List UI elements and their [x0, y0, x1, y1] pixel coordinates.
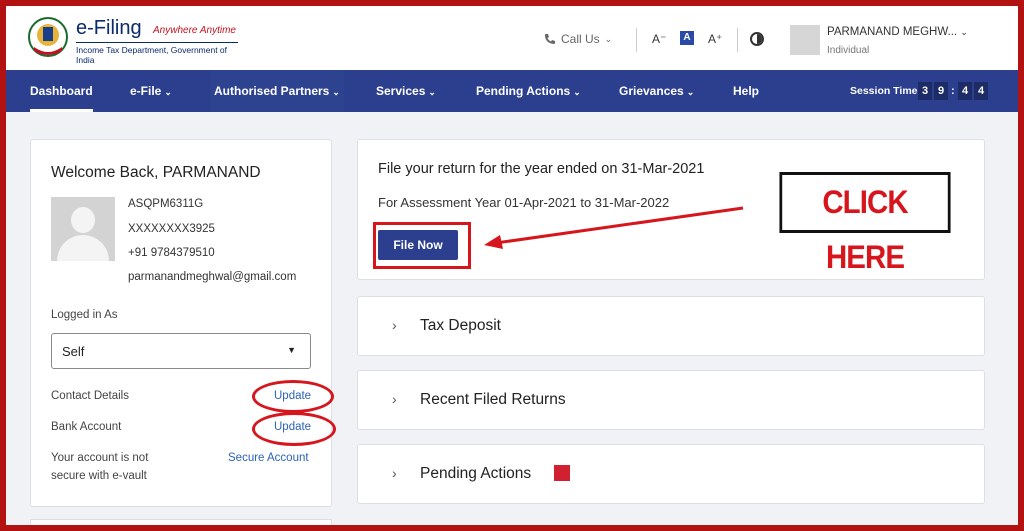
tax-deposit-section[interactable]: › Tax Deposit	[357, 296, 985, 356]
font-default-button[interactable]: A	[680, 31, 694, 45]
chevron-down-icon: ⌄	[428, 87, 436, 97]
chevron-down-icon: ⌄	[960, 27, 968, 37]
call-us-dropdown[interactable]: Call Us ⌄	[544, 32, 612, 46]
chevron-right-icon: ›	[392, 465, 397, 481]
secure-text: Your account is not	[51, 452, 149, 464]
alert-badge	[554, 465, 570, 481]
divider	[737, 28, 738, 52]
contact-details-label: Contact Details	[51, 390, 129, 402]
caret-down-icon: ▼	[287, 345, 296, 355]
phone-icon	[545, 34, 555, 44]
secure-account-link[interactable]: Secure Account	[228, 452, 309, 464]
chevron-down-icon: ⌄	[164, 87, 172, 97]
nav-efile[interactable]: e-File ⌄	[130, 70, 172, 112]
nav-authorised-partners[interactable]: Authorised Partners ⌄	[210, 70, 344, 112]
logo-subtitle: Income Tax Department, Government of Ind…	[76, 42, 238, 65]
divider	[636, 28, 637, 52]
session-digit: 4	[958, 82, 972, 100]
aadhaar-number: XXXXXXXX3925	[128, 223, 215, 235]
logged-in-label: Logged in As	[51, 309, 118, 321]
call-us-label: Call Us	[561, 32, 600, 46]
phone-number: +91 9784379510	[128, 247, 215, 259]
main-nav: Dashboard e-File ⌄ Authorised Partners ⌄ S…	[6, 70, 1018, 112]
section-label: Recent Filed Returns	[420, 391, 566, 408]
chevron-right-icon: ›	[392, 317, 397, 333]
user-role: Individual	[827, 45, 870, 56]
nav-services[interactable]: Services ⌄	[376, 70, 436, 112]
user-name[interactable]: PARMANAND MEGHW... ⌄	[827, 26, 968, 38]
efiling-logo[interactable]: e-Filing Anywhere Anytime Income Tax Dep…	[28, 15, 238, 65]
top-header: e-Filing Anywhere Anytime Income Tax Dep…	[6, 6, 1018, 70]
bank-account-label: Bank Account	[51, 421, 122, 433]
user-silhouette-icon	[71, 207, 95, 233]
nav-dashboard[interactable]: Dashboard	[30, 70, 93, 112]
session-colon: :	[951, 85, 955, 97]
logo-title: e-Filing	[76, 17, 142, 39]
logged-in-select[interactable]: Self ▼	[51, 333, 311, 369]
click-here-annotation: CLICK HERE	[779, 172, 951, 275]
return-title: File your return for the year ended on 3…	[378, 161, 705, 177]
logged-in-value: Self	[62, 344, 85, 359]
font-increase-button[interactable]: A⁺	[708, 32, 722, 46]
annotation-oval	[252, 380, 334, 413]
secure-text: secure with e-vault	[51, 470, 147, 482]
app-frame: e-Filing Anywhere Anytime Income Tax Dep…	[6, 6, 1018, 525]
recent-filed-returns-section[interactable]: › Recent Filed Returns	[357, 370, 985, 430]
pan-number: ASQPM6311G	[128, 198, 204, 210]
session-time-label: Session Time	[850, 85, 918, 97]
welcome-heading: Welcome Back, PARMANAND	[51, 164, 261, 181]
emblem-icon	[28, 17, 68, 57]
card-edge	[30, 519, 332, 525]
contrast-icon[interactable]	[750, 32, 764, 46]
logo-tagline: Anywhere Anytime	[153, 25, 236, 36]
session-digit: 9	[934, 82, 948, 100]
chevron-down-icon: ⌄	[332, 87, 340, 97]
chevron-down-icon: ⌄	[686, 87, 695, 97]
profile-card: Welcome Back, PARMANAND ASQPM6311G XXXXX…	[30, 139, 336, 507]
nav-help[interactable]: Help	[733, 70, 759, 112]
chevron-down-icon: ⌄	[573, 87, 581, 97]
file-return-card: File your return for the year ended on 3…	[357, 139, 985, 280]
email-address: parmanandmeghwal@gmail.com	[128, 271, 297, 283]
section-label: Pending Actions	[420, 465, 532, 482]
pending-actions-section[interactable]: › Pending Actions	[357, 444, 985, 504]
profile-photo	[51, 197, 115, 261]
session-digit: 4	[974, 82, 988, 100]
session-digit: 3	[918, 82, 932, 100]
font-decrease-button[interactable]: A⁻	[652, 32, 666, 46]
annotation-oval	[252, 412, 336, 446]
section-label: Tax Deposit	[420, 317, 501, 334]
avatar[interactable]	[790, 25, 820, 55]
arrow-left-icon	[484, 206, 744, 249]
file-now-button[interactable]: File Now	[378, 230, 458, 260]
nav-pending-actions[interactable]: Pending Actions ⌄	[476, 70, 581, 112]
chevron-down-icon: ⌄	[604, 33, 613, 44]
nav-grievances[interactable]: Grievances ⌄	[619, 70, 694, 112]
chevron-right-icon: ›	[392, 391, 397, 407]
